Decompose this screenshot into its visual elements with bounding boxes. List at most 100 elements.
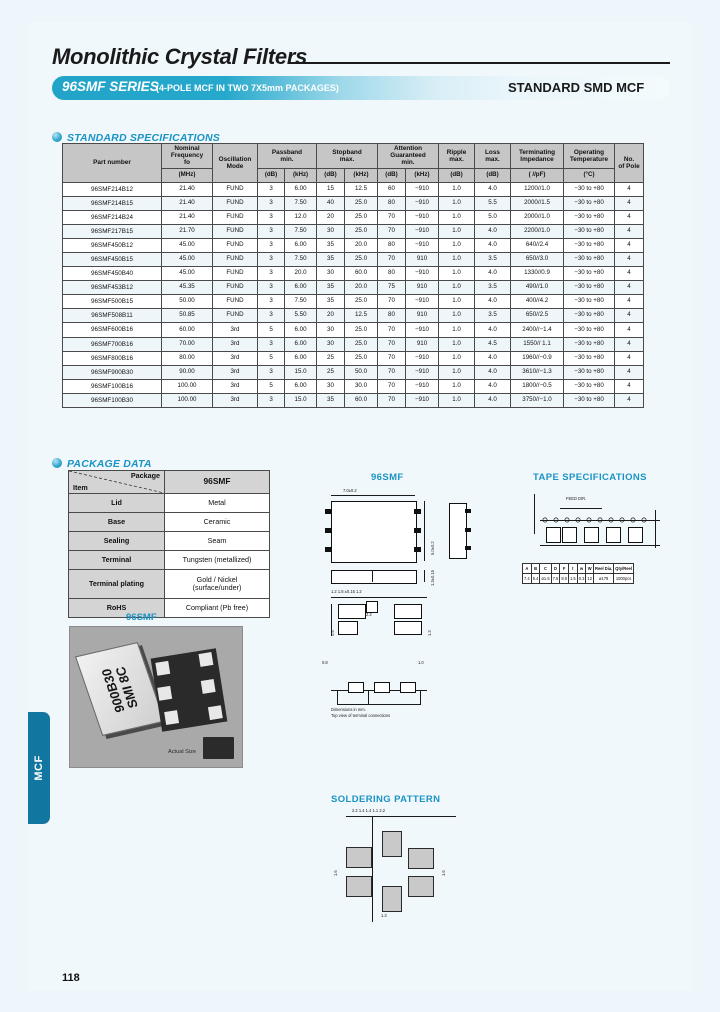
drawing-terminal [414,509,421,514]
drawing-terminal [465,528,471,532]
section-label: PACKAGE DATA [67,458,152,470]
cell-operating-temperature: −30 to +80 [563,195,615,211]
cell-passband-khz: 15.0 [284,364,317,380]
cell-loss-max: 4.0 [474,237,511,253]
soldering-pad [408,876,434,897]
tape-col-header: D [550,563,561,574]
table-row: 96SMF450B40 45.00 FUND 3 20.0 30 60.0 80 −910 1.0… [62,266,644,282]
th-operating-temperature: Operating Temperature [563,143,615,169]
cell-part-number: 96SMF700B16 [62,336,162,352]
dimension-d3: 2.2 [366,612,372,617]
side-tab-mcf: MCF [28,712,50,824]
drawing-terminal [465,509,471,513]
th-stopband: Stopband max. [316,143,378,169]
cell-loss-max: 3.5 [474,308,511,324]
drawing-terminal [325,509,332,514]
cell-attenuation-khz: 910 [404,251,440,268]
cell-passband-khz: 7.50 [284,294,317,310]
cell-stopband-khz: 60.0 [343,392,379,409]
cell-oscillation-mode: FUND [212,251,258,268]
table-row: 96SMF700B16 70.00 3rd 3 6.00 30 25.0 70 910 1.0 4.… [62,336,644,352]
cell-ripple-max: 1.0 [438,336,475,352]
cell-operating-temperature: −30 to +80 [563,280,615,296]
package-data-table: Item Package 96SMF Lid Metal Base Cerami… [68,470,270,618]
cell-attenuation-db: 70 [377,251,406,268]
th-rip-l2: max. [449,155,464,163]
drawing-top-view-body [331,501,417,563]
cell-attenuation-khz: 910 [404,336,440,352]
cell-stopband-khz: 60.0 [343,266,379,282]
cell-oscillation-mode: FUND [212,195,258,211]
spec-header-row-1: Part number Nominal Frequency fo Oscilla… [62,143,644,183]
cell-nominal-frequency: 21.40 [161,195,213,211]
series-name: 96SMF SERIES [62,79,159,94]
cell-loss-max: 5.0 [474,209,511,225]
cell-attenuation-db: 80 [377,237,406,253]
package-row-terminal: Terminal Tungsten (metallized) [68,550,270,570]
cell-loss-max: 4.5 [474,336,511,352]
cell-number-of-pole: 4 [614,308,644,324]
cell-attenuation-db: 70 [377,336,406,352]
th-unit-impedance: ( //pF) [510,167,564,183]
cell-stopband-db: 35 [316,251,345,268]
tape-pocket [546,527,561,543]
tape-col-value: 7.5 [550,573,561,584]
cell-loss-max: 4.0 [474,294,511,310]
cell-passband-db: 3 [256,237,286,253]
th-nom-freq-l1: Nominal [174,145,200,152]
table-row: 96SMF600B16 60.00 3rd 5 6.00 30 25.0 70 −910 1.0 4… [62,322,644,338]
series-category: STANDARD SMD MCF [508,80,645,95]
cell-ripple-max: 1.0 [438,280,475,296]
cell-passband-khz: 6.00 [284,336,317,352]
drawing-terminal [325,528,332,533]
drawing-note-1: Dimensions in mm. [331,707,366,712]
cell-part-number: 96SMF600B16 [62,322,162,338]
cell-passband-khz: 6.00 [284,350,317,366]
cell-passband-db: 3 [256,364,286,380]
cell-stopband-db: 15 [316,181,345,197]
cell-passband-db: 3 [256,294,286,310]
cell-operating-temperature: −30 to +80 [563,378,615,394]
cell-number-of-pole: 4 [614,322,644,338]
table-row: 96SMF100B30 100.00 3rd 3 15.0 35 60.0 70 −910 1.0… [62,392,644,409]
table-row: 96SMF450B15 45.00 FUND 3 7.50 35 25.0 70 910 1.0 3… [62,251,644,268]
footprint-pad [394,604,422,619]
cell-operating-temperature: −30 to +80 [563,336,615,352]
cell-attenuation-db: 70 [377,392,406,409]
cell-passband-db: 3 [256,223,286,239]
th-pole-l1: No. [623,155,635,163]
cell-attenuation-db: 80 [377,308,406,324]
page-background: Monolithic Crystal Filters 96SMF SERIES … [0,0,720,1012]
cell-passband-khz: 5.50 [284,308,317,324]
cell-stopband-khz: 30.0 [343,378,379,394]
cell-loss-max: 3.5 [474,280,511,296]
soldering-dim-left: 1.6 [333,870,338,876]
tape-table-value-row: 7.4 5.4 ø1.5 7.5 8.0 1.5 0.3 12 ø178 1000pcs [522,573,634,584]
tape-col-value: 5.4 [530,573,541,584]
cell-stopband-db: 30 [316,266,345,282]
corner-item-label: Item [73,482,88,492]
page-number: 118 [62,972,80,984]
cell-oscillation-mode: 3rd [212,322,258,338]
drawing-terminal [414,547,421,552]
cell-attenuation-khz: −910 [404,392,440,409]
cell-oscillation-mode: FUND [212,237,258,253]
cell-ripple-max: 1.0 [438,237,475,253]
table-row: 96SMF508B11 50.85 FUND 3 5.50 20 12.5 80 910 1.0 3… [62,308,644,324]
package-photo: 900B30 SMI 8C Actual Size [69,626,243,768]
cell-attenuation-db: 75 [377,280,406,296]
cell-attenuation-db: 80 [377,266,406,282]
series-subtitle: (4-POLE MCF IN TWO 7X5mm PACKAGES) [156,83,339,93]
soldering-pad [346,847,372,868]
cell-attenuation-khz: −910 [404,350,440,366]
cell-oscillation-mode: 3rd [212,364,258,380]
cell-passband-db: 5 [256,322,286,338]
cell-passband-khz: 6.00 [284,280,317,296]
cell-nominal-frequency: 50.85 [161,308,213,324]
terminal-pad [198,652,214,667]
th-number-of-pole: No. of Pole [614,143,644,183]
tape-col-value: 12 [585,573,594,584]
th-unit-att-db: (dB) [377,167,406,183]
spec-table-body: 96SMF214B12 21.40 FUND 3 6.00 15 12.5 60 −910 1.0… [62,181,644,409]
cell-attenuation-khz: −910 [404,195,440,211]
